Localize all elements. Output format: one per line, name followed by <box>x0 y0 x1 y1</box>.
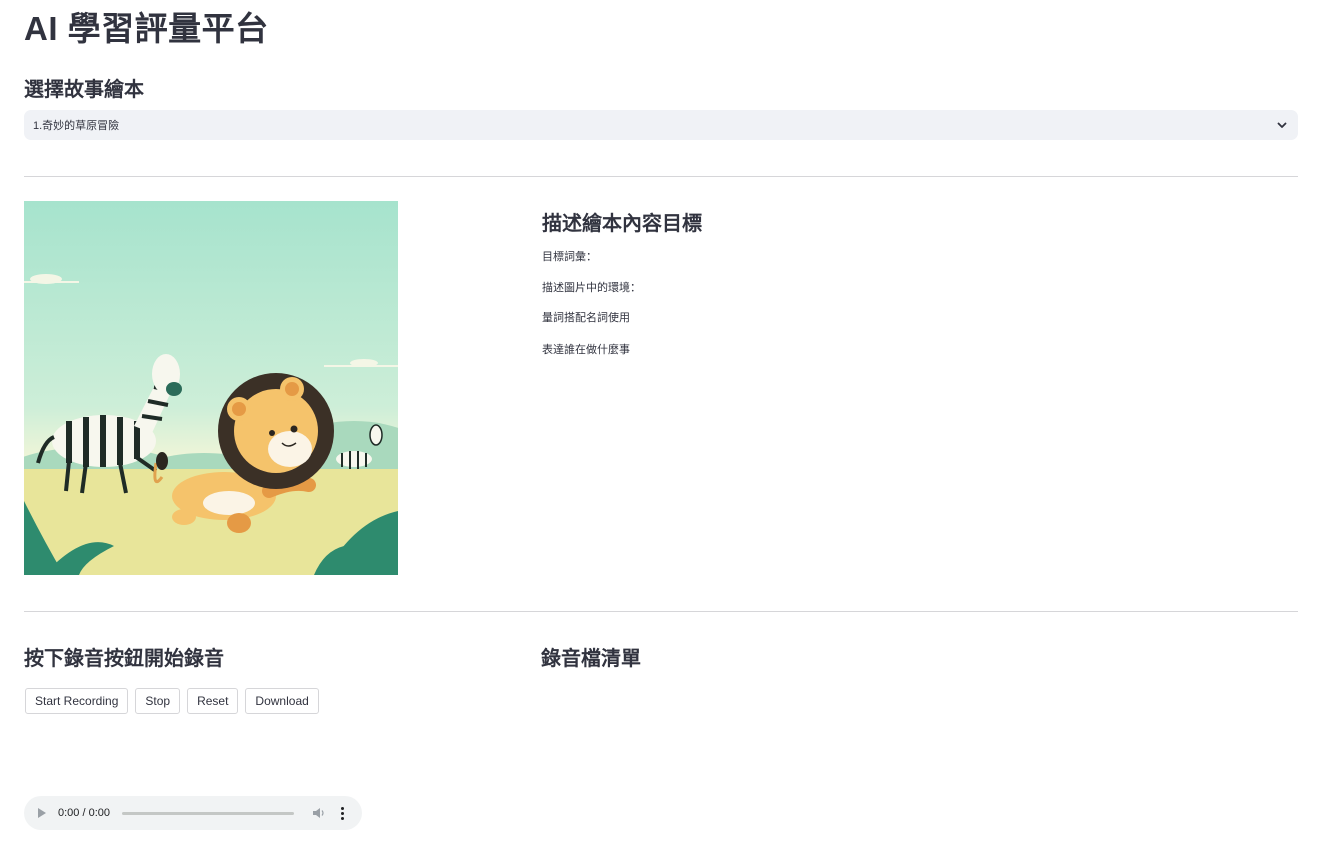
audio-player: 0:00 / 0:00 <box>24 796 362 830</box>
goal-item: 量詞搭配名詞使用 <box>542 312 630 324</box>
audio-time: 0:00 / 0:00 <box>58 807 110 819</box>
reset-button[interactable]: Reset <box>187 688 239 714</box>
chevron-down-icon <box>1277 122 1287 128</box>
goal-item: 表達誰在做什麼事 <box>542 344 630 356</box>
download-button[interactable]: Download <box>245 688 319 714</box>
divider <box>24 611 1298 612</box>
recording-title: 按下錄音按鈕開始錄音 <box>24 648 224 670</box>
story-select-value: 1.奇妙的草原冒險 <box>33 120 120 132</box>
play-icon[interactable] <box>38 808 46 818</box>
stop-button[interactable]: Stop <box>135 688 181 714</box>
app-title: AI 學習評量平台 <box>24 10 269 47</box>
goal-item: 描述圖片中的環境： <box>542 282 641 294</box>
divider <box>24 176 1298 177</box>
story-illustration <box>24 201 398 575</box>
volume-icon[interactable] <box>312 807 326 819</box>
story-select-title: 選擇故事繪本 <box>24 79 144 101</box>
recording-list-title: 錄音檔清單 <box>541 648 641 670</box>
story-select[interactable]: 1.奇妙的草原冒險 <box>24 110 1298 140</box>
recording-controls: Start Recording Stop Reset Download <box>25 688 319 714</box>
goals-title: 描述繪本內容目標 <box>542 213 702 235</box>
story-image <box>24 201 398 575</box>
audio-progress-slider[interactable] <box>122 811 294 815</box>
more-vert-icon[interactable] <box>340 806 344 820</box>
start-recording-button[interactable]: Start Recording <box>25 688 129 714</box>
goal-item: 目標詞彙： <box>542 251 597 263</box>
